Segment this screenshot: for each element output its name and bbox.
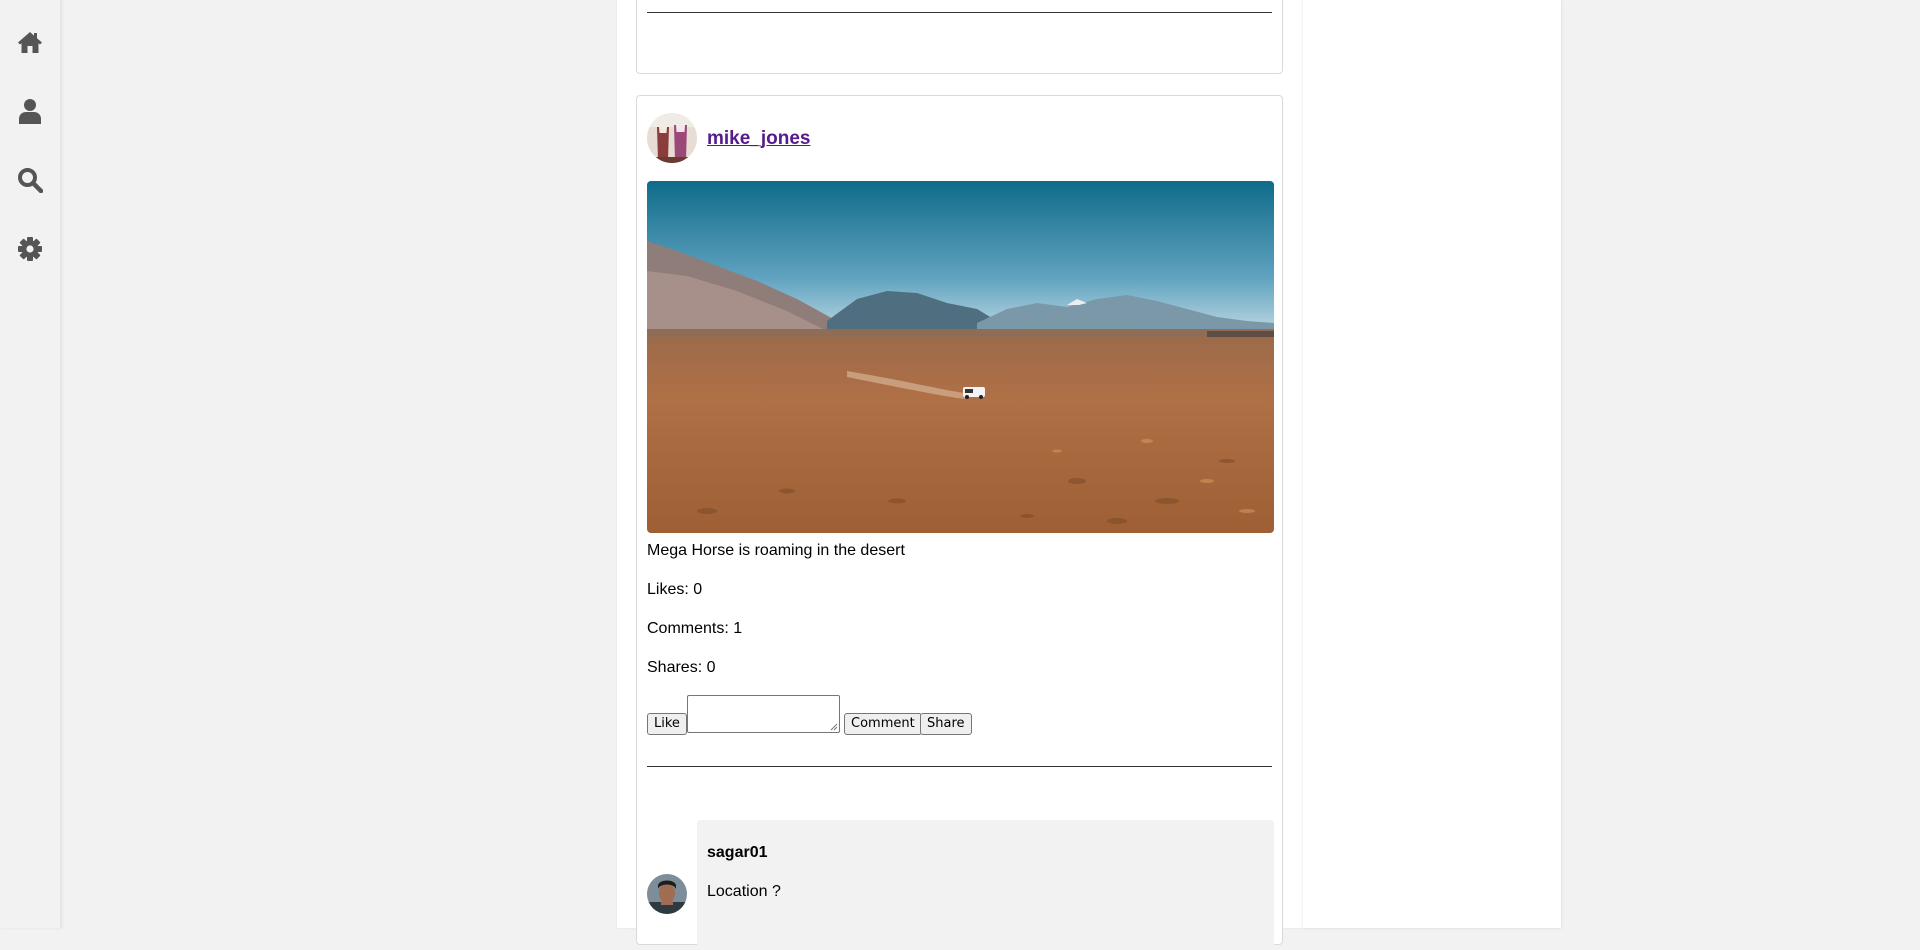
search-icon[interactable] [16, 166, 44, 194]
left-sidebar [0, 0, 61, 928]
shares-count: Shares: 0 [647, 659, 716, 676]
share-button[interactable]: Share [920, 713, 972, 735]
post-caption: Mega Horse is roaming in the desert [647, 542, 905, 559]
gear-icon[interactable] [16, 235, 44, 263]
comments-count: Comments: 1 [647, 620, 743, 637]
comment-input[interactable] [687, 695, 840, 733]
likes-count: Likes: 0 [647, 581, 703, 598]
comment-text: Location ? [707, 883, 781, 900]
comment-avatar[interactable] [647, 874, 687, 914]
user-icon[interactable] [16, 97, 44, 125]
home-icon[interactable] [16, 28, 44, 56]
post-card: mike_jones Mega Horse is roaming in the … [636, 95, 1283, 950]
previous-post-card [636, 0, 1283, 74]
avatar[interactable] [647, 113, 697, 163]
post-divider [647, 766, 1272, 767]
like-button[interactable]: Like [647, 713, 687, 735]
comment-box: sagar01 Location ? [697, 820, 1274, 950]
comment-button[interactable]: Comment [844, 713, 922, 735]
username-link[interactable]: mike_jones [707, 128, 811, 150]
comment-author[interactable]: sagar01 [707, 844, 768, 862]
post-divider [647, 12, 1272, 13]
resize-grip-icon[interactable] [830, 723, 838, 731]
right-panel [1303, 0, 1561, 928]
post-image [647, 181, 1274, 533]
